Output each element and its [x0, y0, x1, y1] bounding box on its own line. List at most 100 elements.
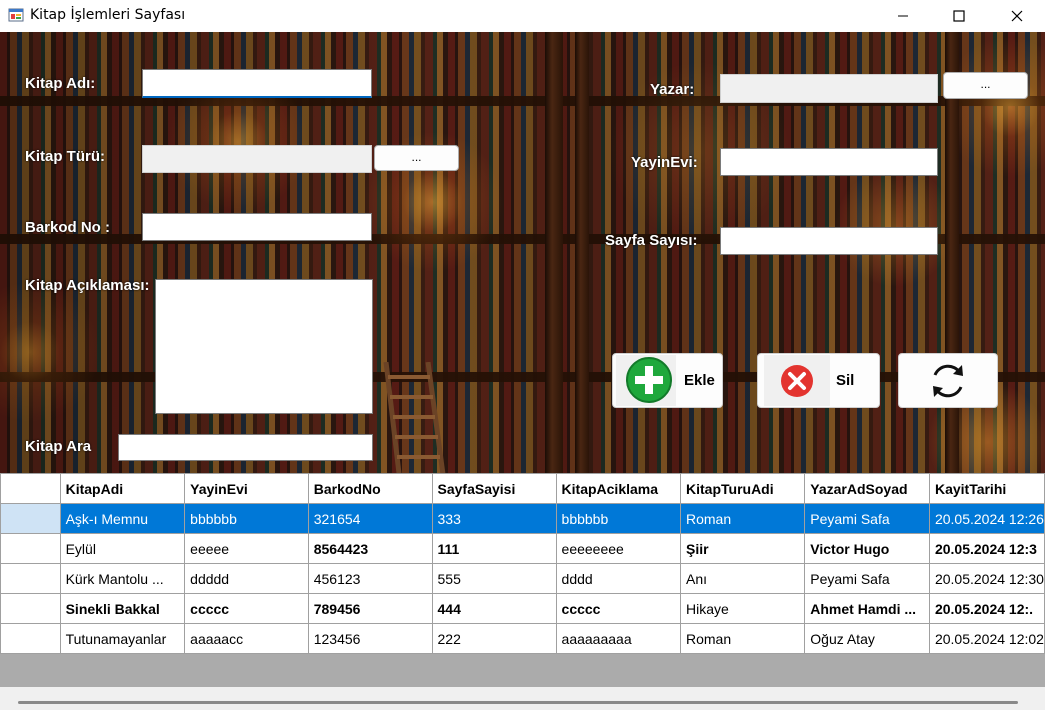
- minimize-icon: [898, 15, 908, 17]
- row-header[interactable]: [0, 533, 61, 564]
- table-row[interactable]: Aşk-ı Memnu bbbbbb 321654 333 bbbbbb Rom…: [0, 503, 1045, 534]
- table-cell[interactable]: 333: [431, 503, 557, 534]
- close-icon: [1011, 10, 1023, 22]
- kitap-turu-label: Kitap Türü:: [25, 148, 105, 165]
- column-header[interactable]: BarkodNo: [307, 473, 433, 504]
- aciklama-label: Kitap Açıklaması:: [25, 277, 150, 294]
- table-cell[interactable]: Roman: [679, 623, 806, 654]
- table-cell[interactable]: Aşk-ı Memnu: [59, 503, 186, 534]
- column-header[interactable]: KayitTarihi: [928, 473, 1045, 504]
- row-header-corner[interactable]: [0, 473, 61, 504]
- table-cell[interactable]: eeeeeeee: [555, 533, 682, 564]
- maximize-button[interactable]: [936, 0, 982, 32]
- app-form-icon: [8, 8, 24, 22]
- table-cell[interactable]: 222: [431, 623, 557, 654]
- row-header[interactable]: [0, 593, 61, 624]
- refresh-button[interactable]: [898, 353, 998, 408]
- sayfa-label: Sayfa Sayısı:: [605, 232, 698, 249]
- ekle-label: Ekle: [684, 372, 715, 389]
- column-header[interactable]: KitapAdi: [59, 473, 186, 504]
- table-cell[interactable]: Oğuz Atay: [804, 623, 930, 654]
- table-cell[interactable]: aaaaacc: [184, 623, 309, 654]
- table-row[interactable]: Tutunamayanlar aaaaacc 123456 222 aaaaaa…: [0, 623, 1045, 654]
- table-cell[interactable]: Victor Hugo: [804, 533, 930, 564]
- ekle-button[interactable]: Ekle: [612, 353, 723, 408]
- kitap-adi-input[interactable]: [142, 69, 372, 98]
- table-cell[interactable]: Şiir: [679, 533, 806, 564]
- table-row[interactable]: Eylül eeeee 8564423 111 eeeeeeee Şiir Vi…: [0, 533, 1045, 564]
- table-cell[interactable]: 444: [431, 593, 557, 624]
- table-cell[interactable]: 111: [431, 533, 557, 564]
- scrollbar-thumb[interactable]: [18, 701, 1018, 704]
- table-row[interactable]: Sinekli Bakkal ccccc 789456 444 ccccc Hi…: [0, 593, 1045, 624]
- table-cell[interactable]: Peyami Safa: [804, 503, 930, 534]
- title-bar: Kitap İşlemleri Sayfası: [0, 0, 1045, 32]
- table-cell[interactable]: 789456: [307, 593, 433, 624]
- column-header[interactable]: SayfaSayisi: [431, 473, 557, 504]
- table-cell[interactable]: bbbbbb: [184, 503, 309, 534]
- table-cell[interactable]: 8564423: [307, 533, 433, 564]
- table-cell[interactable]: 123456: [307, 623, 433, 654]
- table-cell[interactable]: Roman: [679, 503, 806, 534]
- sayfa-input[interactable]: [720, 227, 938, 255]
- table-cell[interactable]: Kürk Mantolu ...: [59, 563, 186, 594]
- barkod-label: Barkod No :: [25, 219, 111, 236]
- table-header-row: KitapAdi YayinEvi BarkodNo SayfaSayisi K…: [0, 473, 1045, 504]
- yazar-input[interactable]: [720, 74, 938, 103]
- table-cell[interactable]: Eylül: [59, 533, 186, 564]
- kitap-turu-input[interactable]: [142, 145, 372, 173]
- column-header[interactable]: YayinEvi: [184, 473, 309, 504]
- table-cell[interactable]: 555: [431, 563, 557, 594]
- table-cell[interactable]: Sinekli Bakkal: [59, 593, 186, 624]
- window-title: Kitap İşlemleri Sayfası: [30, 7, 186, 23]
- table-row[interactable]: Kürk Mantolu ... ddddd 456123 555 dddd A…: [0, 563, 1045, 594]
- sil-label: Sil: [836, 372, 855, 389]
- table-cell[interactable]: Tutunamayanlar: [59, 623, 186, 654]
- table-cell[interactable]: ccccc: [184, 593, 309, 624]
- refresh-icon: [933, 364, 963, 397]
- shelf-pillar: [575, 32, 589, 473]
- row-header[interactable]: [0, 503, 61, 534]
- table-cell[interactable]: Hikaye: [679, 593, 806, 624]
- table-cell[interactable]: bbbbbb: [555, 503, 682, 534]
- table-cell[interactable]: 20.05.2024 12:30: [928, 563, 1045, 594]
- ladder-decoration: [383, 362, 446, 473]
- table-cell[interactable]: 20.05.2024 12:26: [928, 503, 1045, 534]
- kitap-ara-label: Kitap Ara: [25, 438, 92, 455]
- table-cell[interactable]: 321654: [307, 503, 433, 534]
- sil-button[interactable]: Sil: [757, 353, 880, 408]
- column-header[interactable]: YazarAdSoyad: [804, 473, 930, 504]
- shelf-pillar: [545, 32, 563, 473]
- barkod-input[interactable]: [142, 213, 372, 241]
- table-cell[interactable]: Ahmet Hamdi ...: [804, 593, 930, 624]
- minimize-button[interactable]: [880, 0, 926, 32]
- kitap-ara-input[interactable]: [118, 434, 373, 461]
- yazar-label: Yazar:: [650, 81, 695, 98]
- table-cell[interactable]: Peyami Safa: [804, 563, 930, 594]
- row-header[interactable]: [0, 623, 61, 654]
- aciklama-textarea[interactable]: [155, 279, 373, 414]
- yazar-browse-button[interactable]: ...: [943, 72, 1028, 99]
- table-cell[interactable]: aaaaaaaaa: [555, 623, 682, 654]
- table-cell[interactable]: 20.05.2024 12:3: [928, 533, 1045, 564]
- horizontal-scrollbar[interactable]: [0, 687, 1045, 710]
- table-cell[interactable]: 20.05.2024 12:02: [928, 623, 1045, 654]
- table-cell[interactable]: 456123: [307, 563, 433, 594]
- maximize-icon: [953, 10, 965, 22]
- books-table[interactable]: KitapAdi YayinEvi BarkodNo SayfaSayisi K…: [0, 473, 1045, 654]
- column-header[interactable]: KitapTuruAdi: [679, 473, 806, 504]
- table-cell[interactable]: dddd: [555, 563, 682, 594]
- table-cell[interactable]: 20.05.2024 12:.: [928, 593, 1045, 624]
- table-cell[interactable]: ccccc: [555, 593, 682, 624]
- books-grid-area: KitapAdi YayinEvi BarkodNo SayfaSayisi K…: [0, 473, 1045, 710]
- delete-icon: [764, 355, 830, 406]
- table-cell[interactable]: ddddd: [184, 563, 309, 594]
- yayinevi-input[interactable]: [720, 148, 938, 176]
- kitap-turu-browse-button[interactable]: ...: [374, 145, 459, 171]
- row-header[interactable]: [0, 563, 61, 594]
- column-header[interactable]: KitapAciklama: [555, 473, 682, 504]
- table-cell[interactable]: Anı: [679, 563, 806, 594]
- table-cell[interactable]: eeeee: [184, 533, 309, 564]
- close-button[interactable]: [994, 0, 1040, 32]
- yayinevi-label: YayinEvi:: [631, 154, 698, 171]
